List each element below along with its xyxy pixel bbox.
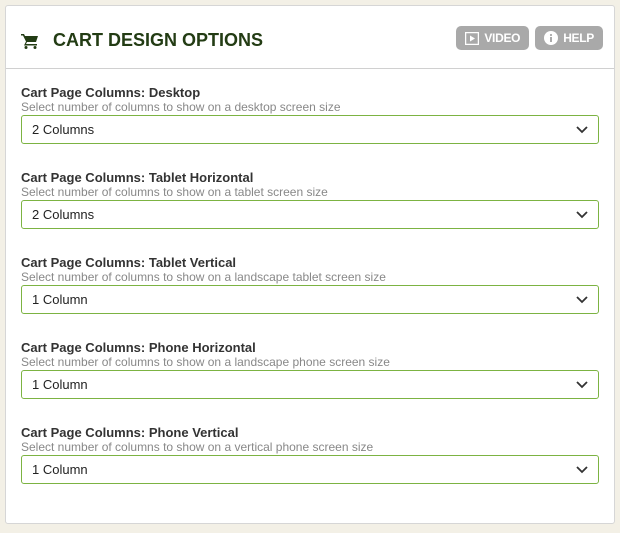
info-icon: [544, 31, 559, 45]
select-value: 1 Column: [32, 377, 88, 392]
field-description: Select number of columns to show on a de…: [21, 100, 341, 114]
columns-select[interactable]: 1 Column: [21, 285, 599, 314]
chevron-down-icon: [576, 465, 588, 473]
columns-select[interactable]: 1 Column: [21, 455, 599, 484]
help-label: HELP: [563, 31, 594, 45]
columns-select[interactable]: 2 Columns: [21, 200, 599, 229]
field-label: Cart Page Columns: Desktop: [21, 85, 201, 100]
video-button[interactable]: VIDEO: [456, 26, 530, 50]
video-icon: [465, 31, 480, 45]
select-value: 1 Column: [32, 292, 88, 307]
chevron-down-icon: [576, 210, 588, 218]
help-button[interactable]: HELP: [535, 26, 603, 50]
field-group: Cart Page Columns: Desktop Select number…: [21, 85, 599, 144]
video-label: VIDEO: [484, 31, 521, 45]
columns-select[interactable]: 1 Column: [21, 370, 599, 399]
chevron-down-icon: [576, 380, 588, 388]
panel-title: CART DESIGN OPTIONS: [21, 30, 263, 51]
field-description: Select number of columns to show on a la…: [21, 270, 386, 284]
columns-select[interactable]: 2 Columns: [21, 115, 599, 144]
field-group: Cart Page Columns: Tablet Horizontal Sel…: [21, 170, 599, 229]
field-group: Cart Page Columns: Phone Vertical Select…: [21, 425, 599, 484]
cart-icon: [21, 33, 38, 49]
field-group: Cart Page Columns: Phone Horizontal Sele…: [21, 340, 599, 399]
select-value: 2 Columns: [32, 122, 95, 137]
field-label: Cart Page Columns: Tablet Vertical: [21, 255, 237, 270]
field-group: Cart Page Columns: Tablet Vertical Selec…: [21, 255, 599, 314]
field-description: Select number of columns to show on a ve…: [21, 440, 374, 454]
chevron-down-icon: [576, 295, 588, 303]
field-label: Cart Page Columns: Phone Horizontal: [21, 340, 256, 355]
field-description: Select number of columns to show on a la…: [21, 355, 390, 369]
field-label: Cart Page Columns: Tablet Horizontal: [21, 170, 254, 185]
chevron-down-icon: [576, 125, 588, 133]
field-description: Select number of columns to show on a ta…: [21, 185, 328, 199]
field-label: Cart Page Columns: Phone Vertical: [21, 425, 239, 440]
title-text: CART DESIGN OPTIONS: [53, 30, 264, 50]
panel-header: CART DESIGN OPTIONS VIDEO HELP: [6, 6, 614, 69]
select-value: 2 Columns: [32, 207, 95, 222]
select-value: 1 Column: [32, 462, 88, 477]
